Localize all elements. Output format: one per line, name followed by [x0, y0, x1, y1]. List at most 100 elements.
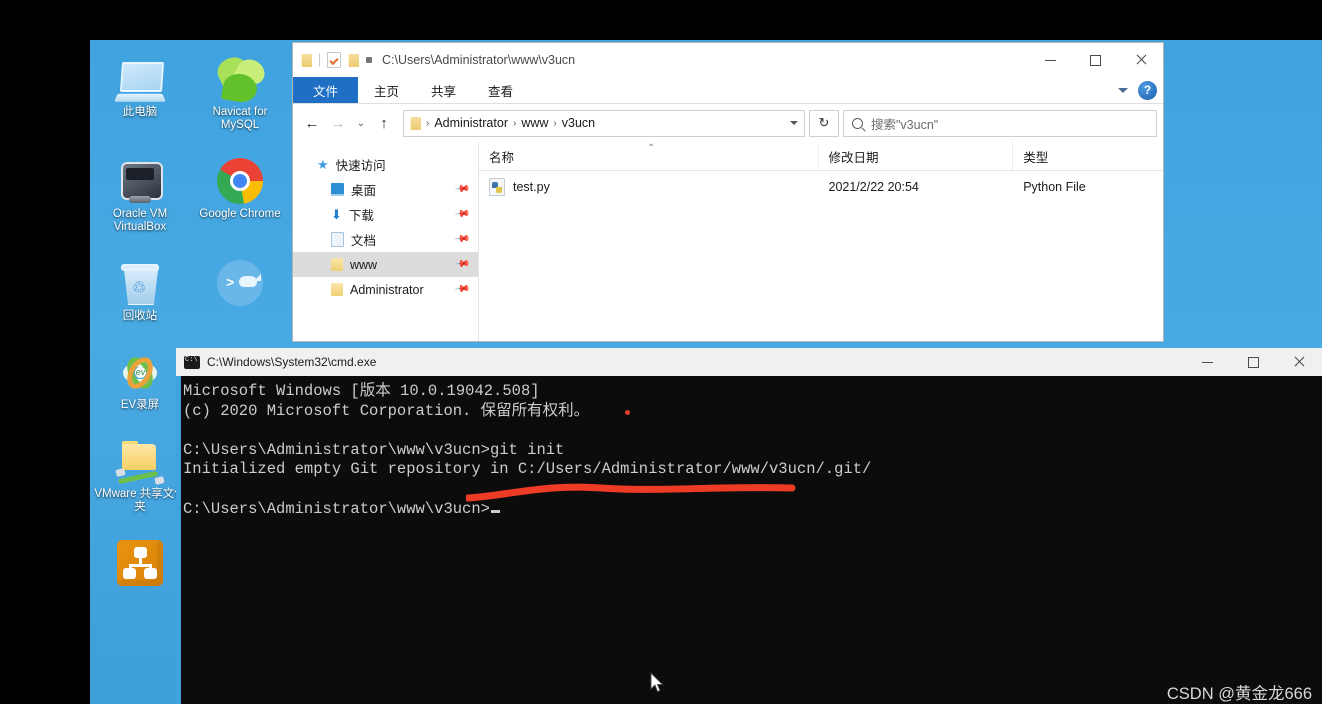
console-line-command: C:\Users\Administrator\www\v3ucn>git ini…: [183, 440, 565, 459]
desktop-icon-recycle-bin[interactable]: ♲ 回收站: [92, 252, 188, 323]
text-cursor: [490, 509, 500, 513]
explorer-maximize-button[interactable]: [1073, 43, 1118, 77]
pin-icon[interactable]: 📌: [453, 256, 470, 272]
explorer-window-controls: [1028, 43, 1163, 77]
forward-button[interactable]: →: [325, 110, 351, 136]
virtualbox-icon: [92, 150, 188, 204]
up-button[interactable]: ↑: [371, 110, 397, 136]
sitemap-icon: [92, 532, 188, 586]
chevron-down-icon[interactable]: [1118, 87, 1128, 93]
table-row[interactable]: test.py 2021/2/22 20:54 Python File: [479, 171, 1163, 203]
explorer-body: ★ 快速访问 桌面 📌 ⬇ 下载 📌 文档 📌 www 📌 Administra…: [293, 142, 1163, 341]
chrome-icon: [192, 150, 288, 204]
desktop-icon-navicat[interactable]: Navicat for MySQL: [192, 48, 288, 132]
red-dot-annotation: [625, 410, 630, 415]
cmd-console-body[interactable]: Microsoft Windows [版本 10.0.19042.508] (c…: [176, 376, 1322, 704]
pin-icon[interactable]: 📌: [453, 181, 470, 197]
desktop-icon-this-pc[interactable]: 此电脑: [92, 48, 188, 132]
docker-icon: >: [192, 252, 288, 306]
breadcrumb: › Administrator › www › v3ucn: [426, 116, 595, 130]
console-icon: [184, 355, 200, 369]
tab-file[interactable]: 文件: [293, 77, 359, 103]
cmd-maximize-button[interactable]: [1230, 348, 1276, 376]
cmd-left-accent-strip: [176, 376, 181, 704]
column-header-type[interactable]: 类型: [1013, 142, 1163, 170]
address-dropdown-icon[interactable]: [790, 121, 798, 125]
tab-home[interactable]: 主页: [358, 77, 415, 103]
sidebar-item-label: 文档: [351, 234, 377, 248]
pin-icon[interactable]: 📌: [453, 231, 470, 247]
new-folder-icon[interactable]: [348, 53, 359, 67]
search-input[interactable]: 搜索"v3ucn": [843, 109, 1157, 137]
desktop-icon-vmware-shared-folder[interactable]: VMware 共享文件夹: [92, 430, 188, 514]
console-line: Microsoft Windows [版本 10.0.19042.508]: [183, 382, 540, 400]
console-line: (c) 2020 Microsoft Corporation. 保留所有权利。: [183, 401, 590, 420]
desktop-icon-label: Oracle VM VirtualBox: [112, 208, 168, 233]
cmd-title-bar[interactable]: C:\Windows\System32\cmd.exe: [176, 348, 1322, 376]
file-list-pane: 名称 修改日期 类型 ⌃ test.py 2021/2/22 20:54 Pyt…: [479, 142, 1163, 341]
minimize-icon: [1045, 59, 1056, 61]
desktop-icon-sitemap[interactable]: [92, 532, 188, 590]
desktop-icon-docker[interactable]: >: [192, 252, 288, 323]
close-icon: [1293, 356, 1305, 368]
vmware-shared-folder-icon: [92, 430, 188, 485]
desktop-icon-row-2: Oracle VM VirtualBox Google Chrome: [90, 150, 295, 252]
cmd-minimize-button[interactable]: [1184, 348, 1230, 376]
sidebar-item-administrator[interactable]: Administrator 📌: [293, 277, 478, 302]
column-header-modified[interactable]: 修改日期: [819, 142, 1014, 170]
cmd-window-controls: [1184, 348, 1322, 376]
cmd-window: C:\Windows\System32\cmd.exe Microsoft Wi…: [176, 348, 1322, 704]
sidebar-item-www[interactable]: www 📌: [293, 252, 478, 277]
desktop-icon-virtualbox[interactable]: Oracle VM VirtualBox: [92, 150, 188, 234]
close-icon: [1135, 54, 1147, 66]
cmd-close-button[interactable]: [1276, 348, 1322, 376]
desktop-icon-row-3: ♲ 回收站 >: [90, 252, 295, 341]
explorer-title-path: C:\Users\Administrator\www\v3ucn: [382, 53, 576, 67]
customize-caret-icon[interactable]: [366, 57, 372, 63]
tab-share[interactable]: 共享: [415, 77, 472, 103]
breadcrumb-item-v3ucn[interactable]: v3ucn: [562, 116, 595, 130]
desktop-icon-chrome[interactable]: Google Chrome: [192, 150, 288, 234]
desktop-icon-label: Google Chrome: [199, 208, 281, 220]
desktop-icon-label: 回收站: [122, 310, 158, 322]
breadcrumb-item-www[interactable]: www: [521, 116, 548, 130]
explorer-ribbon-tabs: 文件 主页 共享 查看 ?: [293, 77, 1163, 104]
file-modified-cell: 2021/2/22 20:54: [828, 180, 919, 194]
navigation-pane: ★ 快速访问 桌面 📌 ⬇ 下载 📌 文档 📌 www 📌 Administra…: [293, 142, 479, 341]
tab-view[interactable]: 查看: [472, 77, 529, 103]
sidebar-item-documents[interactable]: 文档 📌: [293, 227, 478, 252]
minimize-icon: [1201, 361, 1213, 363]
recent-locations-button[interactable]: ⌄: [351, 110, 371, 136]
search-icon: [852, 117, 863, 129]
desktop-icon-label: VMware 共享文件夹: [94, 488, 186, 513]
explorer-title-bar[interactable]: C:\Users\Administrator\www\v3ucn: [293, 43, 1163, 77]
desktop-icon-ev-recorder[interactable]: ev EV录屏: [92, 341, 188, 412]
address-bar[interactable]: › Administrator › www › v3ucn: [403, 109, 805, 137]
refresh-button[interactable]: ↻: [809, 109, 839, 137]
help-button[interactable]: ?: [1138, 80, 1157, 100]
sidebar-item-desktop[interactable]: 桌面 📌: [293, 177, 478, 202]
explorer-close-button[interactable]: [1118, 43, 1163, 77]
sidebar-item-label: 下载: [348, 209, 374, 223]
folder-icon[interactable]: [301, 53, 312, 67]
red-underline-annotation: [466, 483, 796, 502]
nav-header-quick-access[interactable]: ★ 快速访问: [293, 152, 478, 177]
sort-ascending-icon: ⌃: [647, 143, 656, 154]
documents-icon: [331, 232, 344, 247]
explorer-minimize-button[interactable]: [1028, 43, 1073, 77]
pin-icon[interactable]: 📌: [453, 206, 470, 222]
breadcrumb-separator: ›: [426, 117, 430, 129]
breadcrumb-item-administrator[interactable]: Administrator: [434, 116, 508, 130]
explorer-address-row: ← → ⌄ ↑ › Administrator › www › v3ucn ↻ …: [293, 104, 1163, 142]
desktop-icon-label: EV录屏: [120, 399, 160, 411]
back-button[interactable]: ←: [299, 110, 325, 136]
ribbon-right-controls: ?: [1118, 77, 1157, 103]
address-folder-icon: [410, 116, 421, 130]
this-pc-icon: [92, 48, 188, 102]
properties-icon[interactable]: [327, 52, 341, 68]
pin-icon[interactable]: 📌: [453, 281, 470, 297]
sidebar-item-downloads[interactable]: ⬇ 下载 📌: [293, 202, 478, 227]
file-list-column-headers: 名称 修改日期 类型 ⌃: [479, 142, 1163, 171]
sidebar-item-label: Administrator: [350, 282, 424, 297]
